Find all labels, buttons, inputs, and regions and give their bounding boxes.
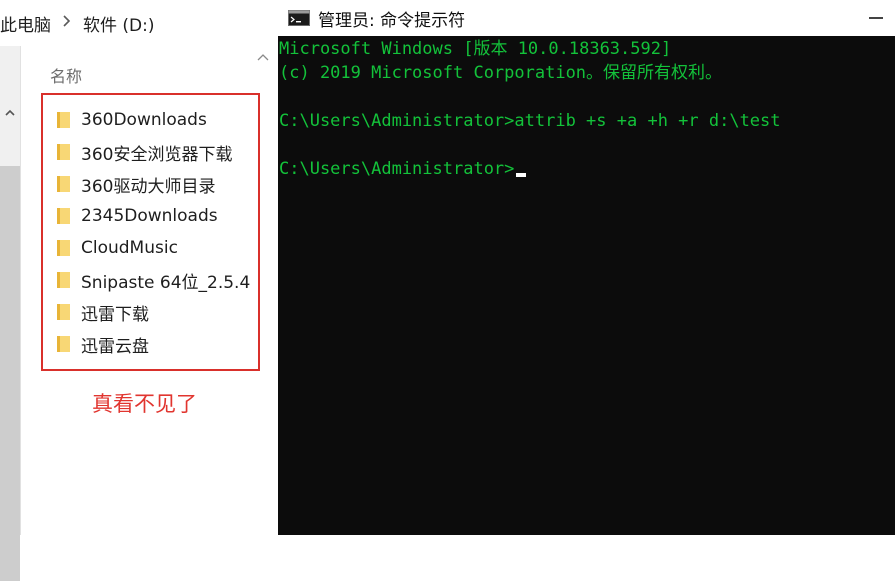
list-item[interactable]: 360驱动大师目录 xyxy=(55,170,215,198)
folder-name: 迅雷云盘 xyxy=(81,336,149,357)
sort-ascending-icon xyxy=(257,54,269,61)
folder-name: 360安全浏览器下载 xyxy=(81,144,233,165)
chevron-right-icon[interactable] xyxy=(63,15,71,31)
folder-name: CloudMusic xyxy=(81,238,178,258)
list-item[interactable]: CloudMusic xyxy=(55,234,178,262)
folder-icon xyxy=(57,240,70,256)
window-title: 管理员: 命令提示符 xyxy=(318,10,466,31)
scroll-up-icon[interactable] xyxy=(3,106,17,120)
folder-icon xyxy=(57,304,70,320)
list-item[interactable]: 360Downloads xyxy=(55,106,207,134)
folder-name: 360Downloads xyxy=(81,110,207,130)
folder-icon xyxy=(57,208,70,224)
navigation-pane-scrollbar[interactable] xyxy=(0,46,21,581)
folder-icon xyxy=(57,144,70,160)
console-line: Microsoft Windows [版本 10.0.18363.592] xyxy=(279,39,672,59)
folder-icon xyxy=(57,112,70,128)
console-prompt-line[interactable]: C:\Users\Administrator> xyxy=(279,157,527,181)
scrollbar-thumb[interactable] xyxy=(0,166,20,581)
cmd-window[interactable]: 管理员: 命令提示符 Microsoft Windows [版本 10.0.18… xyxy=(278,0,895,535)
folder-list-highlight: 360Downloads 360安全浏览器下载 360驱动大师目录 2345Do… xyxy=(41,93,260,371)
list-item[interactable]: Snipaste 64位_2.5.4 xyxy=(55,266,250,294)
list-item[interactable]: 迅雷云盘 xyxy=(55,330,149,358)
text-cursor xyxy=(516,173,527,177)
minimize-button[interactable] xyxy=(869,17,883,19)
console-prompt: C:\Users\Administrator> xyxy=(279,159,515,179)
list-item[interactable]: 2345Downloads xyxy=(55,202,218,230)
list-item[interactable]: 360安全浏览器下载 xyxy=(55,138,232,166)
breadcrumb-drive-d[interactable]: 软件 (D:) xyxy=(83,11,155,36)
breadcrumb-this-pc[interactable]: 此电脑 xyxy=(0,11,51,36)
folder-icon xyxy=(57,336,70,352)
folder-name: Snipaste 64位_2.5.4 xyxy=(81,272,251,293)
console-line: (c) 2019 Microsoft Corporation。保留所有权利。 xyxy=(279,63,723,83)
folder-name: 迅雷下载 xyxy=(81,304,149,325)
cmd-icon[interactable] xyxy=(288,10,310,26)
column-header-name[interactable]: 名称 xyxy=(50,63,82,87)
file-explorer-pane: 此电脑 软件 (D:) 名称 360Downloads 360安全浏览器下载 3… xyxy=(0,0,278,581)
list-item[interactable]: 迅雷下载 xyxy=(55,298,149,326)
breadcrumb: 此电脑 软件 (D:) xyxy=(0,0,278,46)
folder-icon xyxy=(57,176,70,192)
folder-name: 2345Downloads xyxy=(81,206,218,226)
annotation-text: 真看不见了 xyxy=(92,392,197,416)
cmd-titlebar[interactable]: 管理员: 命令提示符 xyxy=(278,0,895,36)
console-line: C:\Users\Administrator>attrib +s +a +h +… xyxy=(279,111,781,131)
console-output[interactable]: Microsoft Windows [版本 10.0.18363.592] (c… xyxy=(278,36,895,535)
folder-icon xyxy=(57,272,70,288)
folder-name: 360驱动大师目录 xyxy=(81,176,216,197)
